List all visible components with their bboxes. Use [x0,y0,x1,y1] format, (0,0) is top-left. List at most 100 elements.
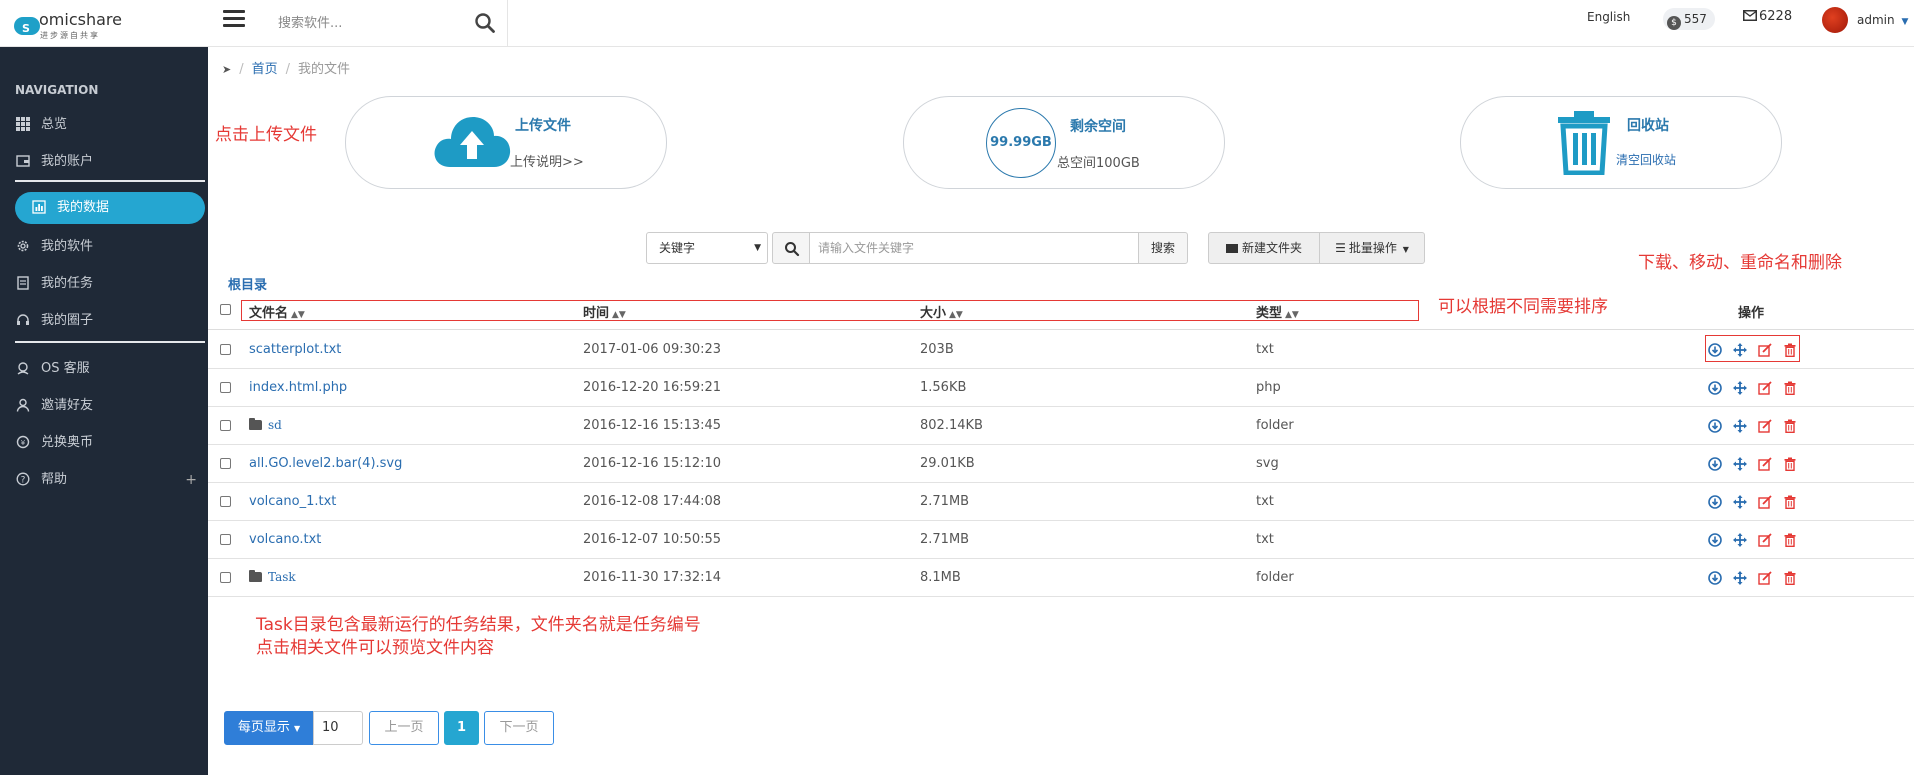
file-search-input[interactable] [809,232,1139,264]
sidebar-item-help[interactable]: ? 帮助 + [15,464,205,496]
exchange-icon: ¥ [15,435,31,451]
sidebar-item-overview[interactable]: 总览 [15,109,205,141]
trash-title[interactable]: 回收站 [1627,115,1669,135]
row-checkbox[interactable] [220,382,231,393]
rename-icon[interactable] [1758,570,1772,585]
trash-card[interactable]: 回收站 清空回收站 [1460,96,1782,189]
file-name[interactable]: Task [249,570,296,584]
download-icon[interactable] [1708,570,1722,585]
sidebar-item-account[interactable]: 我的账户 [15,146,205,178]
file-type: svg [1256,456,1279,471]
rename-icon[interactable] [1758,532,1772,547]
delete-icon[interactable] [1783,494,1797,510]
file-name[interactable]: index.html.php [249,380,347,395]
file-time: 2016-11-30 17:32:14 [583,570,722,585]
sidebar-item-invite[interactable]: 邀请好友 [15,390,205,422]
folder-open-icon [1225,244,1238,253]
per-page-dropdown[interactable]: 每页显示 ▼ [224,711,314,745]
per-page-input[interactable]: 10 [313,711,363,745]
file-name[interactable]: volcano.txt [249,532,321,547]
breadcrumb-home[interactable]: 首页 [252,62,278,77]
messages-link[interactable]: 6228 [1743,9,1792,24]
row-checkbox[interactable] [220,496,231,507]
table-row[interactable]: sd 2016-12-16 15:13:45 802.14KB folder [208,407,1914,445]
user-menu[interactable]: admin ▼ [1857,13,1908,27]
wallet-icon [15,154,31,170]
move-icon[interactable] [1733,418,1747,433]
language-switch[interactable]: English [1587,10,1630,24]
prev-page-button[interactable]: 上一页 [369,711,439,745]
row-actions [1708,380,1808,396]
avatar[interactable] [1822,7,1848,33]
file-name[interactable]: all.GO.level2.bar(4).svg [249,456,402,471]
software-search-input[interactable] [278,12,458,34]
move-icon[interactable] [1733,494,1747,509]
empty-trash-link[interactable]: 清空回收站 [1616,151,1676,168]
sidebar-item-support[interactable]: OS 客服 [15,353,205,385]
menu-toggle-icon[interactable] [223,10,245,32]
upload-title[interactable]: 上传文件 [515,115,571,135]
sidebar-item-exchange[interactable]: ¥ 兑换奥币 [15,427,205,459]
file-name[interactable]: scatterplot.txt [249,342,341,357]
search-icon[interactable] [474,12,496,34]
move-icon[interactable] [1733,532,1747,547]
file-size: 2.71MB [920,532,970,547]
table-row[interactable]: index.html.php 2016-12-20 16:59:21 1.56KB p… [208,369,1914,407]
next-page-button[interactable]: 下一页 [484,711,554,745]
rename-icon[interactable] [1758,494,1772,509]
download-icon[interactable] [1708,494,1722,509]
search-button[interactable]: 搜索 [1138,232,1188,264]
row-actions [1708,570,1808,586]
new-folder-button[interactable]: 新建文件夹 [1208,232,1320,264]
batch-actions-button[interactable]: ☰ 批量操作 ▼ [1319,232,1425,264]
select-all-checkbox[interactable] [220,304,231,315]
sidebar-item-tasks[interactable]: 我的任务 [15,268,205,300]
annotation-task-line2: 点击相关文件可以预览文件内容 [256,638,494,658]
table-row[interactable]: scatterplot.txt 2017-01-06 09:30:23 203B tx… [208,331,1914,369]
ops-highlight-box [1705,335,1800,362]
download-icon[interactable] [1708,380,1722,395]
delete-icon[interactable] [1783,532,1797,548]
rename-icon[interactable] [1758,380,1772,395]
download-icon[interactable] [1708,456,1722,471]
move-icon[interactable] [1733,456,1747,471]
row-actions [1708,418,1808,434]
coin-balance[interactable]: $557 [1663,8,1715,30]
row-checkbox[interactable] [220,420,231,431]
delete-icon[interactable] [1783,570,1797,586]
download-icon[interactable] [1708,418,1722,433]
file-time: 2016-12-07 10:50:55 [583,532,722,547]
caret-down-icon: ▼ [294,724,301,733]
move-icon[interactable] [1733,570,1747,585]
search-field-select[interactable]: 关键字 ▼ [646,232,768,264]
rename-icon[interactable] [1758,418,1772,433]
row-checkbox[interactable] [220,572,231,583]
header-ops: 操作 [1738,306,1765,321]
messages-count: 6228 [1759,9,1793,24]
row-checkbox[interactable] [220,344,231,355]
table-row[interactable]: Task 2016-11-30 17:32:14 8.1MB folder [208,559,1914,597]
page-1-button[interactable]: 1 [444,711,479,745]
row-checkbox[interactable] [220,458,231,469]
upload-card[interactable]: 上传文件 上传说明>> [345,96,667,189]
download-icon[interactable] [1708,532,1722,547]
row-checkbox[interactable] [220,534,231,545]
sidebar-item-my-data[interactable]: 我的数据 [15,192,205,224]
table-row[interactable]: volcano.txt 2016-12-07 10:50:55 2.71MB txt [208,521,1914,559]
delete-icon[interactable] [1783,380,1797,396]
file-name[interactable]: sd [249,418,282,432]
help-icon: ? [15,472,31,488]
logo[interactable]: S omicshare 进步源自共享 [12,8,208,42]
annotation-sort: 可以根据不同需要排序 [1438,297,1608,317]
upload-help-link[interactable]: 上传说明>> [510,151,584,170]
table-row[interactable]: volcano_1.txt 2016-12-08 17:44:08 2.71MB tx… [208,483,1914,521]
sidebar-item-software[interactable]: 我的软件 [15,231,205,263]
expand-plus-icon[interactable]: + [185,464,197,496]
delete-icon[interactable] [1783,418,1797,434]
move-icon[interactable] [1733,380,1747,395]
rename-icon[interactable] [1758,456,1772,471]
file-name[interactable]: volcano_1.txt [249,494,336,509]
delete-icon[interactable] [1783,456,1797,472]
table-row[interactable]: all.GO.level2.bar(4).svg 2016-12-16 15:12… [208,445,1914,483]
sidebar-item-circle[interactable]: 我的圈子 [15,305,205,337]
